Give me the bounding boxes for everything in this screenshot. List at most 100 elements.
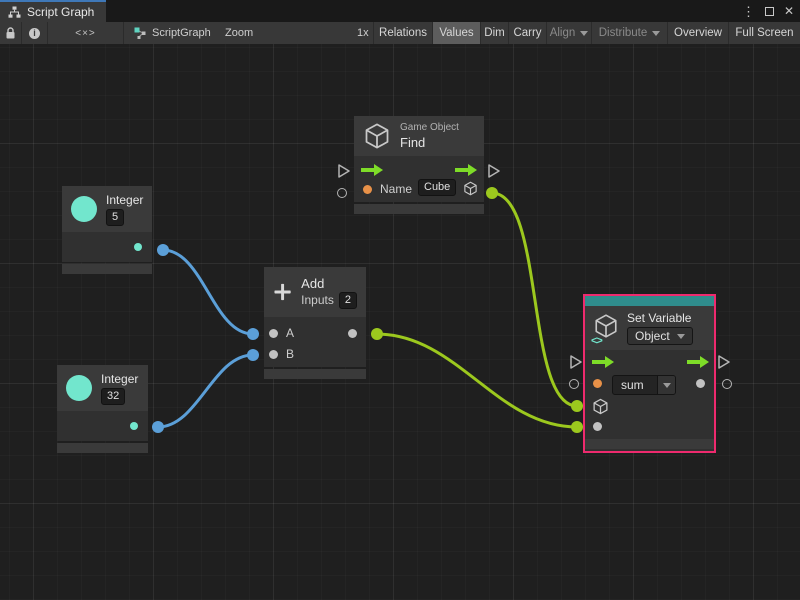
- integer-type-icon: [66, 375, 92, 401]
- toolbar-button-distribute[interactable]: Distribute: [592, 22, 668, 44]
- node-header: Integer 5: [62, 186, 152, 232]
- wire-integer32-to-add-b[interactable]: [158, 355, 253, 427]
- node-body: sum: [585, 350, 714, 437]
- node-title: Add: [301, 276, 357, 291]
- toolbar-button-dim[interactable]: Dim: [481, 22, 509, 44]
- gameobject-cube-icon: [363, 122, 391, 150]
- output-port[interactable]: [134, 243, 142, 251]
- variable-name-dropdown[interactable]: sum: [612, 375, 676, 395]
- toolbar-button-align[interactable]: Align: [547, 22, 592, 44]
- name-outside-port-circle[interactable]: [337, 188, 347, 198]
- input-port-b[interactable]: [269, 350, 278, 359]
- chevron-down-icon: [663, 383, 671, 388]
- variable-kind-dropdown[interactable]: Object: [627, 327, 693, 345]
- wire-endpoint-dot[interactable]: [571, 400, 583, 412]
- toolbar-button-carry[interactable]: Carry: [509, 22, 547, 44]
- node-body: A B: [264, 317, 366, 367]
- info-icon: i: [29, 28, 40, 39]
- toolbar-button-overview[interactable]: Overview: [668, 22, 729, 44]
- flow-in-arrow-icon[interactable]: [361, 164, 383, 176]
- inputs-label: Inputs: [301, 293, 334, 307]
- flow-in-arrow-icon[interactable]: [592, 356, 614, 368]
- wire-find-to-setvariable-object[interactable]: [492, 193, 577, 406]
- flow-out-port-triangle[interactable]: [487, 164, 500, 178]
- flow-out-arrow-icon[interactable]: [455, 164, 477, 176]
- inputs-count-field[interactable]: 2: [339, 292, 357, 309]
- graph-breadcrumb[interactable]: ScriptGraph: [133, 22, 211, 44]
- toolbar-button-relations[interactable]: Relations: [373, 22, 433, 44]
- wire-endpoint-dot[interactable]: [247, 349, 259, 361]
- wire-endpoint-dot[interactable]: [152, 421, 164, 433]
- wire-add-to-setvariable-value[interactable]: [377, 334, 577, 427]
- result-cube-port-icon[interactable]: [463, 181, 478, 196]
- info-button[interactable]: i: [22, 22, 48, 44]
- variable-name-port[interactable]: [593, 379, 602, 388]
- code-icon: <×>: [75, 28, 96, 39]
- node-body: Name Cube: [354, 156, 484, 202]
- tab-title: Script Graph: [27, 5, 94, 19]
- zoom-label: Zoom: [225, 22, 253, 44]
- graph-canvas[interactable]: Integer 5 Integer 32: [0, 44, 800, 600]
- toolbar-button-values[interactable]: Values: [433, 22, 481, 44]
- graph-hierarchy-icon: [8, 6, 21, 19]
- node-set-variable-selected[interactable]: <> Set Variable Object: [583, 294, 716, 453]
- close-icon[interactable]: ✕: [784, 5, 794, 17]
- output-port-sum[interactable]: [348, 329, 357, 338]
- wire-endpoint-dot[interactable]: [247, 328, 259, 340]
- node-gameobject-find[interactable]: Game Object Find Name Cube: [354, 116, 484, 214]
- plus-icon: [273, 279, 292, 305]
- output-outside-port-circle[interactable]: [722, 379, 732, 389]
- wire-endpoint-dot[interactable]: [371, 328, 383, 340]
- script-graph-icon: [133, 26, 147, 40]
- variable-outside-port-circle[interactable]: [569, 379, 579, 389]
- flow-out-port-triangle[interactable]: [717, 355, 730, 369]
- code-preview-button[interactable]: <×>: [48, 22, 124, 44]
- integer-value-field[interactable]: 5: [106, 209, 124, 226]
- node-integer-5[interactable]: Integer 5: [62, 186, 152, 274]
- output-value-port[interactable]: [696, 379, 705, 388]
- tab-bar: Script Graph ⋮ ✕: [0, 0, 800, 22]
- value-input-port[interactable]: [593, 422, 602, 431]
- node-footer: [264, 369, 366, 379]
- port-b-label: B: [286, 347, 294, 361]
- node-integer-32[interactable]: Integer 32: [57, 365, 148, 453]
- node-footer: [585, 439, 714, 449]
- node-footer: [354, 204, 484, 214]
- maximize-icon[interactable]: [765, 7, 774, 16]
- output-port[interactable]: [130, 422, 138, 430]
- graph-toolbar: i <×> ScriptGraph Zoom 1x Relations Valu…: [0, 22, 800, 44]
- graph-name: ScriptGraph: [152, 27, 211, 39]
- name-value-field[interactable]: Cube: [418, 179, 456, 196]
- integer-value-field[interactable]: 32: [101, 388, 125, 405]
- name-input-port[interactable]: [363, 185, 372, 194]
- node-header: Game Object Find: [354, 116, 484, 156]
- window-menu-icon[interactable]: ⋮: [742, 5, 755, 18]
- node-body: [57, 411, 148, 441]
- node-title: Integer: [106, 193, 143, 207]
- node-add[interactable]: Add Inputs 2 A B: [264, 267, 366, 379]
- wire-integer5-to-add-a[interactable]: [163, 250, 253, 334]
- script-graph-window: Script Graph ⋮ ✕ i <×>: [0, 0, 800, 600]
- wire-endpoint-dot[interactable]: [486, 187, 498, 199]
- integer-type-icon: [71, 196, 97, 222]
- input-port-a[interactable]: [269, 329, 278, 338]
- node-subtitle: Game Object: [400, 122, 459, 133]
- target-object-port-icon[interactable]: [592, 398, 609, 415]
- toolbar-button-fullscreen[interactable]: Full Screen: [729, 22, 800, 44]
- wire-endpoint-dot[interactable]: [571, 421, 583, 433]
- node-title: Integer: [101, 372, 138, 386]
- flow-out-arrow-icon[interactable]: [687, 356, 709, 368]
- wire-endpoint-dot[interactable]: [157, 244, 169, 256]
- node-body: [62, 232, 152, 262]
- tab-script-graph[interactable]: Script Graph: [0, 0, 106, 22]
- dropdown-arrow-button[interactable]: [657, 376, 675, 394]
- window-controls: ⋮ ✕: [742, 0, 794, 22]
- code-brackets-icon: <>: [591, 335, 602, 347]
- zoom-value: 1x: [357, 22, 369, 44]
- flow-in-port-triangle[interactable]: [569, 355, 582, 369]
- lock-button[interactable]: [0, 22, 22, 44]
- node-footer: [62, 264, 152, 274]
- flow-in-port-triangle[interactable]: [337, 164, 350, 178]
- node-footer: [57, 443, 148, 453]
- chevron-down-icon: [652, 31, 660, 36]
